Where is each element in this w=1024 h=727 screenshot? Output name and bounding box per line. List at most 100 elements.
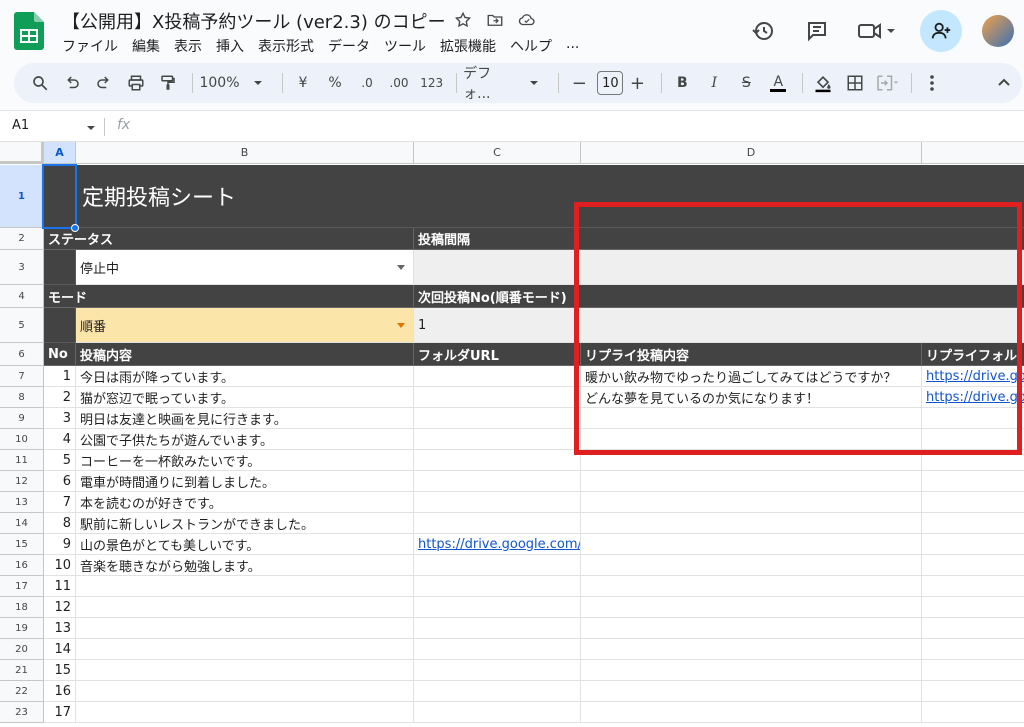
row-header-20[interactable]: 20 — [0, 639, 44, 660]
next-post-label[interactable]: 次回投稿No(順番モード) — [414, 285, 1024, 308]
title-cell-a[interactable] — [44, 165, 76, 228]
reply-folder-url[interactable] — [922, 660, 1024, 681]
post-folder-url[interactable] — [414, 471, 581, 492]
post-content[interactable] — [76, 660, 414, 681]
redo-icon[interactable] — [90, 69, 118, 97]
zoom-select[interactable]: 100% — [199, 69, 240, 97]
post-content[interactable]: 今日は雨が降っています。 — [76, 366, 414, 387]
post-no[interactable]: 10 — [44, 555, 76, 576]
share-button[interactable] — [920, 10, 962, 52]
post-no[interactable]: 17 — [44, 702, 76, 723]
header-reply-folder[interactable]: リプライフォル — [922, 343, 1024, 366]
header-no[interactable]: No — [44, 343, 76, 366]
post-no[interactable]: 2 — [44, 387, 76, 408]
reply-folder-url[interactable] — [922, 450, 1024, 471]
history-icon[interactable] — [746, 14, 780, 48]
post-no[interactable]: 6 — [44, 471, 76, 492]
sheet-title[interactable]: 定期投稿シート — [76, 165, 1024, 228]
chevron-down-icon[interactable] — [397, 265, 405, 270]
reply-folder-url[interactable] — [922, 492, 1024, 513]
row-header-15[interactable]: 15 — [0, 534, 44, 555]
post-content[interactable]: 電車が時間通りに到着しました。 — [76, 471, 414, 492]
post-folder-url[interactable] — [414, 618, 581, 639]
row-header-5[interactable]: 5 — [0, 308, 44, 343]
post-content[interactable]: 明日は友達と映画を見に行きます。 — [76, 408, 414, 429]
chevron-up-icon[interactable] — [990, 69, 1018, 97]
header-content[interactable]: 投稿内容 — [76, 343, 414, 366]
reply-content[interactable] — [581, 429, 922, 450]
reply-content[interactable]: 暖かい飲み物でゆったり過ごしてみてはどうですか？ — [581, 366, 922, 387]
reply-folder-url[interactable] — [922, 513, 1024, 534]
menu-edit[interactable]: 編集 — [132, 36, 166, 56]
reply-content[interactable] — [581, 618, 922, 639]
post-no[interactable]: 4 — [44, 429, 76, 450]
post-no[interactable]: 1 — [44, 366, 76, 387]
post-folder-url[interactable] — [414, 555, 581, 576]
column-header-b[interactable]: B — [76, 142, 414, 164]
row-header-11[interactable]: 11 — [0, 450, 44, 471]
text-color-button[interactable]: A — [764, 69, 792, 97]
status-dropdown[interactable]: 停止中 — [76, 250, 414, 285]
post-folder-url[interactable] — [414, 576, 581, 597]
post-folder-url[interactable] — [414, 681, 581, 702]
reply-content[interactable] — [581, 513, 922, 534]
post-folder-url[interactable] — [414, 639, 581, 660]
post-folder-url[interactable] — [414, 387, 581, 408]
reply-content[interactable] — [581, 639, 922, 660]
post-folder-url[interactable]: https://drive.google.com/d — [414, 534, 581, 555]
bold-button[interactable]: B — [668, 69, 696, 97]
header-reply-content[interactable]: リプライ投稿内容 — [581, 343, 922, 366]
post-folder-url[interactable] — [414, 450, 581, 471]
row-header-21[interactable]: 21 — [0, 660, 44, 681]
post-no[interactable]: 15 — [44, 660, 76, 681]
post-content[interactable] — [76, 639, 414, 660]
document-title[interactable]: 【公開用】X投稿予約ツール (ver2.3) のコピー — [62, 8, 446, 34]
reply-content[interactable] — [581, 450, 922, 471]
selection-handle[interactable] — [71, 224, 79, 232]
cloud-status-icon[interactable] — [516, 9, 538, 31]
more-formats-button[interactable]: 123 — [417, 69, 446, 97]
row-header-12[interactable]: 12 — [0, 471, 44, 492]
menu-view[interactable]: 表示 — [174, 36, 208, 56]
move-folder-icon[interactable] — [484, 9, 506, 31]
post-content[interactable] — [76, 618, 414, 639]
percent-format-button[interactable]: % — [321, 69, 349, 97]
row-header-19[interactable]: 19 — [0, 618, 44, 639]
menu-format[interactable]: 表示形式 — [258, 36, 320, 56]
interval-label[interactable]: 投稿間隔 — [414, 228, 1024, 250]
borders-icon[interactable] — [841, 69, 869, 97]
post-no[interactable]: 8 — [44, 513, 76, 534]
menu-help[interactable]: ヘルプ — [510, 36, 558, 56]
menu-more[interactable]: ... — [566, 36, 585, 56]
interval-value-cell[interactable] — [414, 250, 1024, 285]
post-content[interactable] — [76, 597, 414, 618]
row-header-1[interactable]: 1 — [0, 165, 44, 228]
row-header-3[interactable]: 3 — [0, 250, 44, 285]
font-size-input[interactable]: 10 — [597, 71, 624, 95]
post-no[interactable]: 16 — [44, 681, 76, 702]
reply-content[interactable] — [581, 597, 922, 618]
row-header-9[interactable]: 9 — [0, 408, 44, 429]
paint-format-icon[interactable] — [154, 69, 182, 97]
more-vert-icon[interactable] — [918, 69, 946, 97]
post-content[interactable]: 駅前に新しいレストランができました。 — [76, 513, 414, 534]
spreadsheet-grid[interactable]: A B C D 1 2 3 4 5 6 7 8 9 10 11 12 13 14 15 16 17 18 19 20 21 22 2… — [0, 142, 1024, 727]
currency-format-button[interactable]: ¥ — [289, 69, 317, 97]
increase-decimal-button[interactable]: .00 — [385, 69, 413, 97]
chevron-down-icon[interactable] — [86, 123, 96, 133]
search-icon[interactable] — [26, 69, 54, 97]
reply-folder-url[interactable] — [922, 429, 1024, 450]
column-header-a[interactable]: A — [44, 142, 76, 164]
undo-icon[interactable] — [58, 69, 86, 97]
post-folder-url[interactable] — [414, 702, 581, 723]
row-header-10[interactable]: 10 — [0, 429, 44, 450]
post-no[interactable]: 14 — [44, 639, 76, 660]
column-header-d[interactable]: D — [581, 142, 922, 164]
strikethrough-button[interactable]: S — [732, 69, 760, 97]
post-folder-url[interactable] — [414, 429, 581, 450]
reply-content[interactable] — [581, 555, 922, 576]
header-folder-url[interactable]: フォルダURL — [414, 343, 581, 366]
row-header-7[interactable]: 7 — [0, 366, 44, 387]
reply-folder-url[interactable] — [922, 408, 1024, 429]
reply-folder-url[interactable] — [922, 534, 1024, 555]
